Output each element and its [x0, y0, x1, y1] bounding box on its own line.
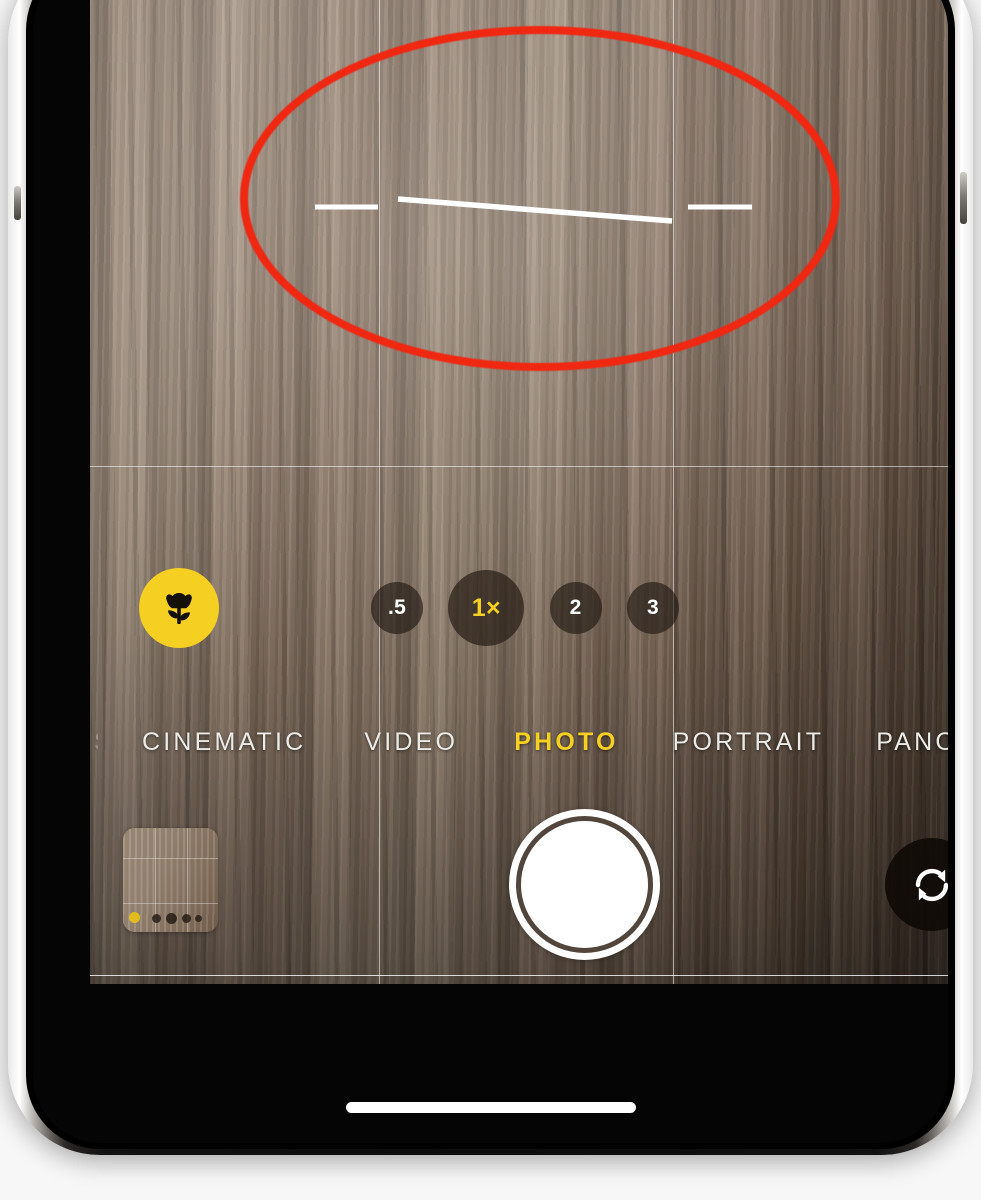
thumbnail-grid-h2 — [123, 903, 218, 904]
photo-library-thumbnail[interactable] — [123, 828, 218, 932]
grid-line-horizontal-1 — [90, 466, 948, 468]
mode-video[interactable]: VIDEO — [364, 728, 458, 757]
zoom-option-0.5[interactable]: .5 — [371, 582, 423, 634]
zoom-option-1x[interactable]: 1× — [448, 570, 525, 646]
macro-mode-toggle[interactable] — [139, 568, 219, 648]
flower-icon — [166, 593, 192, 624]
zoom-option-3[interactable]: 3 — [626, 582, 679, 634]
volume-up-button[interactable] — [14, 186, 21, 220]
shutter-inner-circle — [521, 821, 648, 948]
shutter-button[interactable] — [509, 809, 660, 960]
thumbnail-grid-h1 — [123, 858, 218, 859]
mode-portrait[interactable]: PORTRAIT — [673, 728, 825, 757]
camera-viewfinder[interactable]: .5 1× 2 3 SLO-MO CINEMATIC VIDEO PHOTO P… — [90, 0, 948, 984]
thumbnail-zoom-dot-3 — [182, 914, 191, 923]
thumbnail-zoom-dot-4 — [195, 915, 202, 922]
mode-pano[interactable]: PANO — [876, 728, 948, 757]
zoom-selector[interactable]: .5 1× 2 3 — [365, 566, 685, 650]
mode-photo[interactable]: PHOTO — [514, 728, 618, 757]
thumbnail-macro-icon — [129, 912, 140, 923]
camera-mode-selector[interactable]: SLO-MO CINEMATIC VIDEO PHOTO PORTRAIT PA… — [90, 720, 948, 764]
thumbnail-zoom-dot-2 — [166, 913, 177, 924]
rotate-arrows-icon — [915, 868, 948, 901]
annotation-ellipse — [240, 26, 840, 371]
power-button[interactable] — [960, 172, 967, 224]
zoom-option-2[interactable]: 2 — [549, 582, 602, 634]
thumbnail-zoom-dot-1 — [152, 914, 161, 923]
grid-line-horizontal-2 — [90, 975, 948, 977]
mode-slo-mo[interactable]: SLO-MO — [94, 728, 98, 757]
phone-screen: .5 1× 2 3 SLO-MO CINEMATIC VIDEO PHOTO P… — [33, 0, 948, 1143]
home-indicator[interactable] — [345, 1102, 636, 1113]
mode-cinematic[interactable]: CINEMATIC — [142, 728, 306, 757]
